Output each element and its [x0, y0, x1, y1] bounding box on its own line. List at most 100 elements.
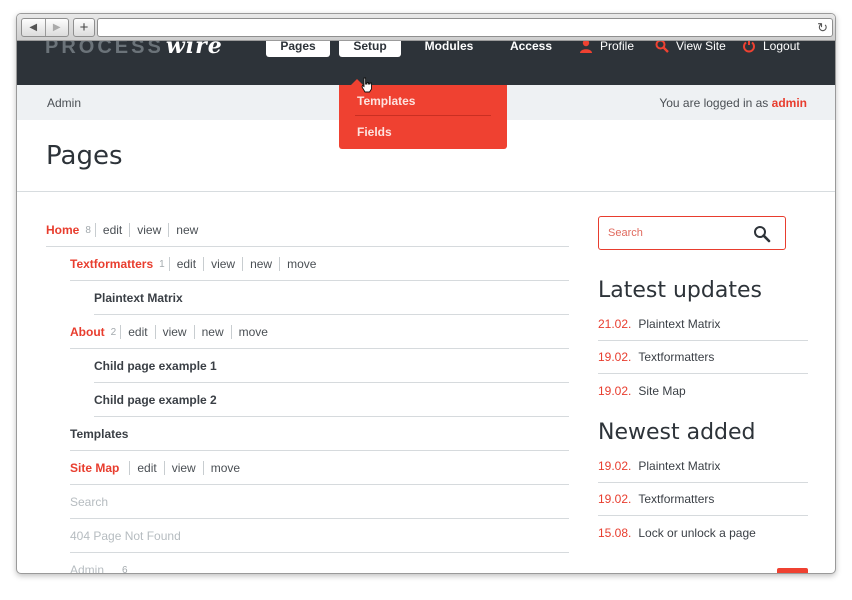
new-link[interactable]: new [168, 223, 205, 237]
view-link[interactable]: view [129, 223, 168, 237]
nav-profile-label: Profile [600, 41, 635, 53]
site-viewport: PROCESSwire Pages Setup Modules Access P… [17, 41, 835, 574]
nav-access[interactable]: Access [501, 41, 561, 57]
move-link[interactable]: move [230, 325, 275, 339]
setup-dropdown: Templates Fields [339, 79, 507, 149]
child-count: 1 [159, 258, 165, 270]
nav-modules-label: Modules [424, 41, 474, 53]
logged-in-user[interactable]: admin [772, 96, 807, 110]
dropdown-item-fields[interactable]: Fields [357, 125, 392, 139]
list-item[interactable]: 21.02. Plaintext Matrix [598, 308, 808, 341]
child-count: 8 [85, 224, 91, 236]
tree-item-label[interactable]: Site Map [70, 461, 119, 475]
tree-item-label[interactable]: Child page example 2 [94, 393, 217, 407]
new-link[interactable]: new [242, 257, 279, 271]
tree-item-label[interactable]: Plaintext Matrix [94, 291, 183, 305]
latest-updates-title: Latest updates [598, 278, 762, 303]
view-link[interactable]: view [163, 461, 203, 475]
nav-setup-label: Setup [353, 41, 387, 53]
search-icon[interactable] [753, 225, 771, 243]
reload-icon[interactable]: ↻ [817, 20, 828, 36]
chevron-up-icon [777, 568, 808, 574]
edit-link[interactable]: edit [129, 461, 163, 475]
tree-row-admin[interactable]: Admin 6 [46, 553, 569, 573]
view-link[interactable]: view [154, 325, 194, 339]
browser-toolbar: ◀ ▶ + ↻ [17, 14, 835, 41]
tree-row-child-page-2[interactable]: Child page example 2 [46, 383, 569, 417]
view-link[interactable]: view [203, 257, 242, 271]
item-date: 19.02. [598, 492, 632, 506]
back-to-top-button[interactable] [777, 568, 808, 574]
list-item[interactable]: 19.02. Textformatters [598, 341, 808, 374]
tree-item-label[interactable]: Search [70, 495, 108, 509]
nav-logout-label: Logout [763, 41, 800, 53]
hand-cursor-icon [361, 77, 372, 93]
edit-link[interactable]: edit [120, 325, 154, 339]
list-item[interactable]: 19.02. Textformatters [598, 483, 808, 516]
browser-window: ◀ ▶ + ↻ PROCESSwire Pages Setup Modules … [16, 13, 836, 574]
tree-row-home: Home 8 edit view new [46, 213, 569, 247]
history-nav: ◀ ▶ [21, 18, 69, 37]
nav-view-site[interactable]: View Site [655, 41, 726, 57]
tree-item-label[interactable]: Templates [70, 427, 128, 441]
search-input[interactable]: Search [598, 216, 786, 250]
new-link[interactable]: new [193, 325, 231, 339]
search-placeholder: Search [608, 227, 643, 239]
nav-pages[interactable]: Pages [266, 41, 330, 57]
nav-logout[interactable]: Logout [742, 41, 800, 57]
move-link[interactable]: move [279, 257, 323, 271]
edit-link[interactable]: edit [94, 223, 129, 237]
tree-row-plaintext-matrix[interactable]: Plaintext Matrix [46, 281, 569, 315]
item-date: 21.02. [598, 317, 632, 331]
list-item[interactable]: 15.08. Lock or unlock a page [598, 516, 808, 549]
item-name[interactable]: Plaintext Matrix [638, 459, 720, 473]
item-name[interactable]: Textformatters [638, 350, 714, 364]
dropdown-divider [355, 115, 491, 116]
title-divider [17, 191, 835, 192]
tree-row-search[interactable]: Search [46, 485, 569, 519]
list-item[interactable]: 19.02. Site Map [598, 374, 808, 407]
item-name[interactable]: Plaintext Matrix [638, 317, 720, 331]
latest-updates-list: 21.02. Plaintext Matrix 19.02. Textformatt… [598, 308, 808, 407]
nav-access-label: Access [509, 41, 553, 53]
tree-row-templates[interactable]: Templates [46, 417, 569, 451]
back-button[interactable]: ◀ [22, 19, 45, 36]
tree-item-label[interactable]: Textformatters [70, 257, 153, 271]
child-count: 2 [110, 326, 117, 338]
tree-item-label[interactable]: Admin [70, 563, 104, 573]
tree-row-child-page-1[interactable]: Child page example 1 [46, 349, 569, 383]
edit-link[interactable]: edit [168, 257, 203, 271]
user-icon [580, 41, 592, 53]
logo[interactable]: PROCESSwire [45, 41, 223, 59]
address-bar[interactable]: ↻ [97, 18, 833, 37]
list-item[interactable]: 19.02. Plaintext Matrix [598, 450, 808, 483]
nav-view-site-label: View Site [676, 41, 726, 53]
page-tree: Home 8 edit view new Textformatters 1 ed… [46, 213, 569, 573]
nav-profile[interactable]: Profile [579, 41, 634, 57]
item-name[interactable]: Site Map [638, 384, 685, 398]
breadcrumb-admin[interactable]: Admin [47, 96, 81, 110]
forward-button[interactable]: ▶ [44, 19, 69, 36]
tree-item-label[interactable]: About [70, 325, 105, 339]
move-link[interactable]: move [202, 461, 247, 475]
tree-item-label[interactable]: Home [46, 223, 79, 237]
plus-icon: + [79, 19, 89, 36]
newest-added-title: Newest added [598, 420, 756, 445]
item-name[interactable]: Textformatters [638, 492, 714, 506]
dropdown-item-templates[interactable]: Templates [357, 94, 415, 108]
tree-row-about: About 2 edit view new move [46, 315, 569, 349]
tree-item-label[interactable]: 404 Page Not Found [70, 529, 181, 543]
item-date: 19.02. [598, 350, 632, 364]
power-icon [743, 41, 755, 53]
tree-row-404[interactable]: 404 Page Not Found [46, 519, 569, 553]
logo-text: PROCESS [45, 41, 164, 58]
newest-added-list: 19.02. Plaintext Matrix 19.02. Textformatt… [598, 450, 808, 549]
new-tab-button[interactable]: + [73, 18, 95, 37]
tree-item-label[interactable]: Child page example 1 [94, 359, 217, 373]
item-name[interactable]: Lock or unlock a page [638, 526, 755, 540]
nav-setup[interactable]: Setup [339, 41, 401, 57]
search-icon [655, 41, 669, 53]
nav-modules[interactable]: Modules [415, 41, 483, 57]
tree-row-textformatters: Textformatters 1 edit view new move [46, 247, 569, 281]
nav-pages-label: Pages [280, 41, 316, 53]
